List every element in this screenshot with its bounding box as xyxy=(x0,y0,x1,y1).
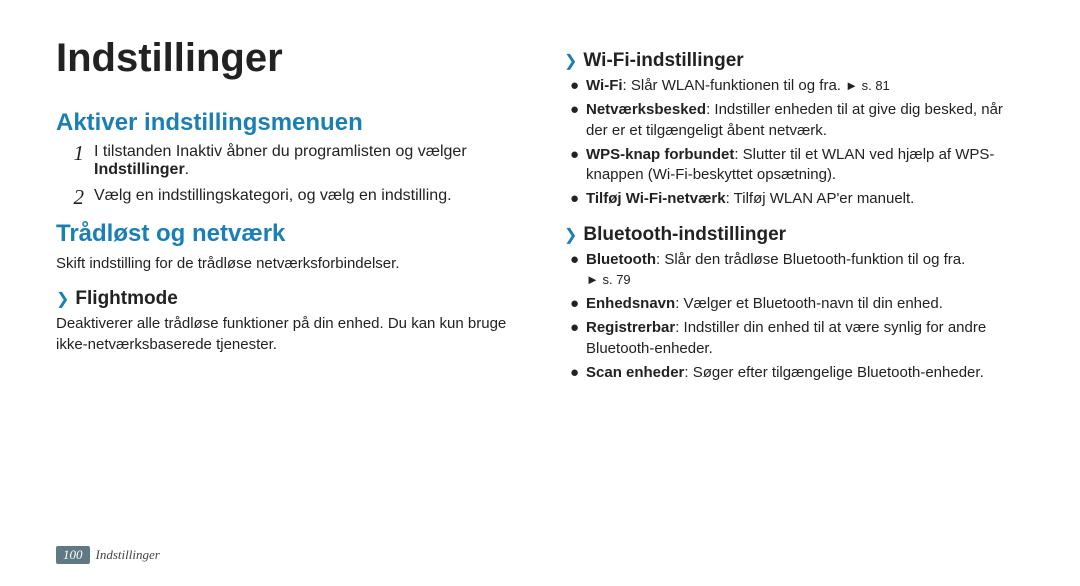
bluetooth-list: ● Bluetooth: Slår den trådløse Bluetooth… xyxy=(564,250,1024,384)
subheading-bluetooth-label: Bluetooth-indstillinger xyxy=(583,224,786,246)
wifi-item-1-lead: Wi-Fi xyxy=(586,77,623,94)
wifi-item-4: ● Tilføj Wi-Fi-netværk: Tilføj WLAN AP'e… xyxy=(570,189,1024,209)
bullet-icon: ● xyxy=(570,250,578,270)
footer-title: Indstillinger xyxy=(96,547,160,563)
bt-item-2: ● Enhedsnavn: Vælger et Bluetooth-navn t… xyxy=(570,294,1024,314)
bt-item-2-lead: Enhedsnavn xyxy=(586,295,675,312)
wifi-list: ● Wi-Fi: Slår WLAN-funktionen til og fra… xyxy=(564,76,1024,210)
bt-item-4: ● Scan enheder: Søger efter tilgængelige… xyxy=(570,363,1024,383)
step-1-body: I tilstanden Inaktiv åbner du programlis… xyxy=(94,143,516,179)
bullet-icon: ● xyxy=(570,189,578,209)
wifi-item-4-body: Tilføj Wi-Fi-netværk: Tilføj WLAN AP'er … xyxy=(586,189,914,209)
wireless-intro: Skift indstilling for de trådløse netvær… xyxy=(56,254,516,274)
flightmode-text: Deaktiverer alle trådløse funktioner på … xyxy=(56,314,516,355)
subheading-wifi-label: Wi-Fi-indstillinger xyxy=(583,50,743,72)
subheading-wifi: ❯ Wi-Fi-indstillinger xyxy=(564,50,1024,72)
wifi-item-3: ● WPS-knap forbundet: Slutter til et WLA… xyxy=(570,145,1024,186)
step-1-prefix: I tilstanden Inaktiv åbner du programlis… xyxy=(94,143,467,160)
bt-item-1-body: Bluetooth: Slår den trådløse Bluetooth-f… xyxy=(586,250,965,291)
bt-item-3: ● Registrerbar: Indstiller din enhed til… xyxy=(570,318,1024,359)
step-1-bold: Indstillinger xyxy=(94,161,185,178)
bullet-icon: ● xyxy=(570,294,578,314)
wifi-item-1-body: Wi-Fi: Slår WLAN-funktionen til og fra. … xyxy=(586,76,890,96)
page-number-badge: 100 xyxy=(56,546,90,564)
subheading-flightmode: ❯ Flightmode xyxy=(56,288,516,310)
step-2-number: 2 xyxy=(68,187,84,208)
bt-item-3-lead: Registrerbar xyxy=(586,319,675,336)
wifi-item-4-text: : Tilføj WLAN AP'er manuelt. xyxy=(726,190,915,207)
step-1-suffix: . xyxy=(185,161,189,178)
wifi-item-4-lead: Tilføj Wi-Fi-netværk xyxy=(586,190,726,207)
step-1: 1 I tilstanden Inaktiv åbner du programl… xyxy=(56,143,516,179)
bt-item-3-body: Registrerbar: Indstiller din enhed til a… xyxy=(586,318,1024,359)
bt-item-1-lead: Bluetooth xyxy=(586,251,656,268)
wifi-item-1: ● Wi-Fi: Slår WLAN-funktionen til og fra… xyxy=(570,76,1024,96)
page-footer: 100 Indstillinger xyxy=(56,546,160,564)
wifi-item-2: ● Netværksbesked: Indstiller enheden til… xyxy=(570,100,1024,141)
bt-item-4-lead: Scan enheder xyxy=(586,364,684,381)
subheading-bluetooth: ❯ Bluetooth-indstillinger xyxy=(564,224,1024,246)
bullet-icon: ● xyxy=(570,76,578,96)
bullet-icon: ● xyxy=(570,363,578,383)
page-ref: ► s. 79 xyxy=(586,272,631,287)
wifi-item-2-lead: Netværksbesked xyxy=(586,101,706,118)
wifi-item-3-lead: WPS-knap forbundet xyxy=(586,146,734,163)
bt-item-4-body: Scan enheder: Søger efter tilgængelige B… xyxy=(586,363,984,383)
chevron-icon: ❯ xyxy=(564,51,577,71)
step-2-body: Vælg en indstillingskategori, og vælg en… xyxy=(94,187,516,205)
wifi-item-1-text: : Slår WLAN-funktionen til og fra. xyxy=(623,77,846,94)
section-wireless: Trådløst og netværk xyxy=(56,220,516,248)
bt-item-1-text: : Slår den trådløse Bluetooth-funktion t… xyxy=(656,251,965,268)
wifi-item-2-body: Netværksbesked: Indstiller enheden til a… xyxy=(586,100,1024,141)
section-activate: Aktiver indstillingsmenuen xyxy=(56,109,516,137)
bullet-icon: ● xyxy=(570,100,578,120)
bt-item-1: ● Bluetooth: Slår den trådløse Bluetooth… xyxy=(570,250,1024,291)
bt-item-2-text: : Vælger et Bluetooth-navn til din enhed… xyxy=(675,295,943,312)
chevron-icon: ❯ xyxy=(56,289,69,309)
bt-item-4-text: : Søger efter tilgængelige Bluetooth-enh… xyxy=(684,364,983,381)
page-ref: ► s. 81 xyxy=(845,78,890,93)
chevron-icon: ❯ xyxy=(564,225,577,245)
bullet-icon: ● xyxy=(570,318,578,338)
bullet-icon: ● xyxy=(570,145,578,165)
step-2: 2 Vælg en indstillingskategori, og vælg … xyxy=(56,187,516,208)
step-1-number: 1 xyxy=(68,143,84,164)
page-title: Indstillinger xyxy=(56,36,516,81)
wifi-item-3-body: WPS-knap forbundet: Slutter til et WLAN … xyxy=(586,145,1024,186)
bt-item-2-body: Enhedsnavn: Vælger et Bluetooth-navn til… xyxy=(586,294,943,314)
subheading-flightmode-label: Flightmode xyxy=(75,288,177,310)
